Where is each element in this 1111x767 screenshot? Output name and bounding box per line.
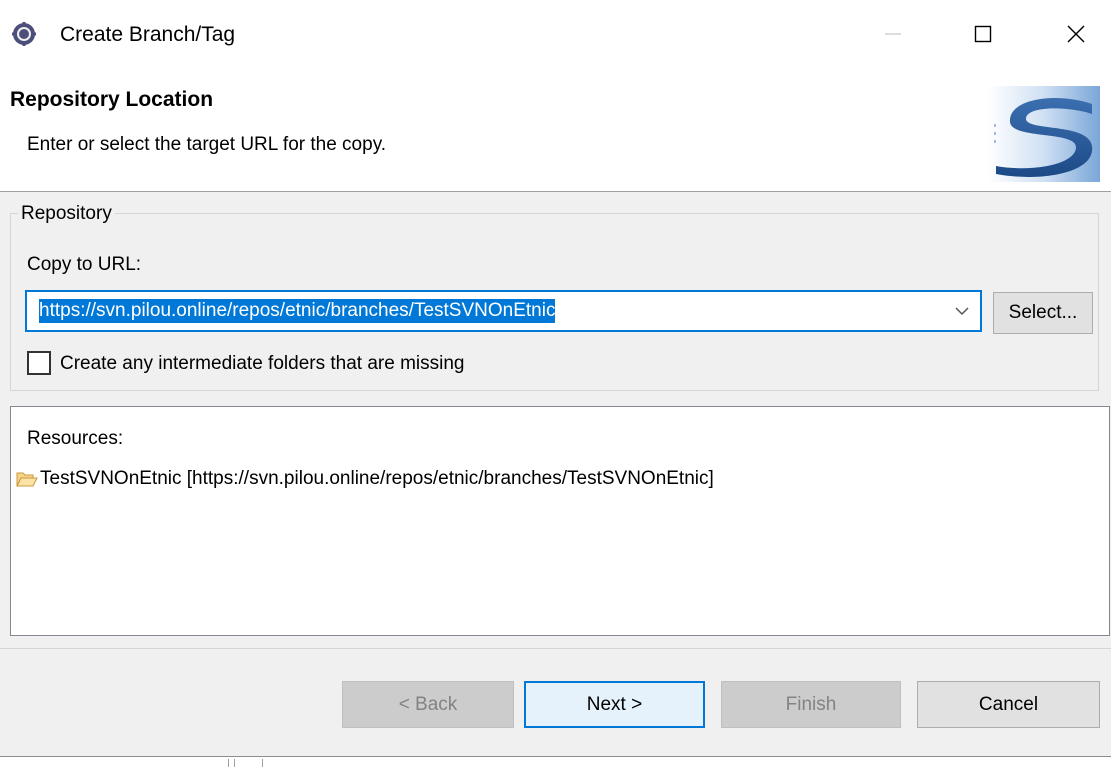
window-title: Create Branch/Tag xyxy=(60,23,236,46)
close-icon xyxy=(1067,25,1085,43)
next-button[interactable]: Next > xyxy=(524,681,705,728)
finish-button[interactable]: Finish xyxy=(721,681,901,728)
background-window-strip xyxy=(0,756,1111,767)
maximize-button[interactable] xyxy=(955,12,1011,56)
create-branch-tag-dialog: Create Branch/Tag Repository Location En… xyxy=(0,0,1111,756)
subversion-logo xyxy=(988,86,1100,182)
copy-to-url-value[interactable]: https://svn.pilou.online/repos/etnic/bra… xyxy=(39,299,556,323)
page-title: Repository Location xyxy=(10,88,214,111)
create-intermediate-folders-label[interactable]: Create any intermediate folders that are… xyxy=(60,352,464,376)
minimize-button[interactable] xyxy=(865,12,921,56)
wizard-header: Repository Location Enter or select the … xyxy=(0,70,1111,192)
maximize-icon xyxy=(974,25,992,43)
page-description: Enter or select the target URL for the c… xyxy=(27,134,387,155)
resource-item-label: TestSVNOnEtnic [https://svn.pilou.online… xyxy=(40,468,714,489)
chevron-down-icon xyxy=(955,307,969,316)
button-bar-separator xyxy=(0,648,1111,649)
minimize-icon xyxy=(885,33,901,35)
resources-label: Resources: xyxy=(27,428,124,449)
eclipse-gear-icon xyxy=(12,22,36,46)
cancel-button[interactable]: Cancel xyxy=(917,681,1100,728)
copy-to-url-combobox[interactable]: https://svn.pilou.online/repos/etnic/bra… xyxy=(25,290,982,332)
close-button[interactable] xyxy=(1048,12,1104,56)
back-button[interactable]: < Back xyxy=(342,681,514,728)
dropdown-arrow[interactable] xyxy=(950,300,974,322)
list-item[interactable]: TestSVNOnEtnic [https://svn.pilou.online… xyxy=(16,467,714,491)
resources-panel: Resources: TestSVNOnEtnic [https://svn.p… xyxy=(10,406,1110,636)
copy-to-url-label: Copy to URL: xyxy=(27,254,142,275)
create-intermediate-folders-checkbox[interactable] xyxy=(27,351,51,375)
repository-group-label: Repository xyxy=(18,202,115,226)
folder-open-icon xyxy=(16,472,38,487)
select-button[interactable]: Select... xyxy=(993,292,1093,334)
title-bar: Create Branch/Tag xyxy=(0,0,1111,70)
